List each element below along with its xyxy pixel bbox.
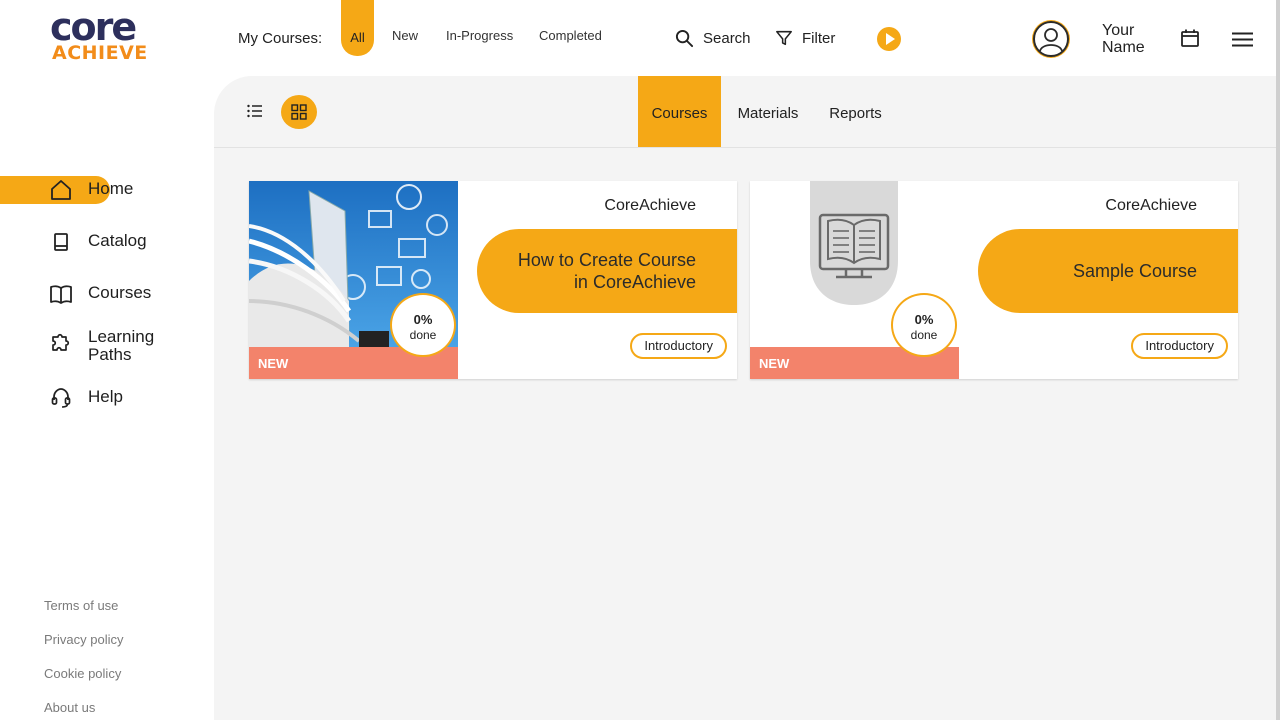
tab-reports[interactable]: Reports (815, 76, 896, 147)
course-provider: CoreAchieve (1105, 197, 1197, 214)
filter-tab-all[interactable]: All (341, 0, 374, 56)
course-card[interactable]: NEW 0% done CoreAchieve Sample Course In… (750, 181, 1238, 379)
level-badge: Introductory (1131, 333, 1228, 359)
calendar-icon[interactable] (1180, 28, 1200, 53)
my-courses-label: My Courses: (238, 30, 323, 47)
cookie-policy-link[interactable]: Cookie policy (44, 666, 121, 681)
sidebar-item-catalog[interactable]: Catalog (0, 227, 214, 261)
grid-view-icon[interactable] (281, 95, 317, 129)
sidebar-item-learning-paths[interactable]: Learning Paths (0, 327, 214, 367)
sidebar-item-label: Learning Paths (88, 327, 155, 364)
sidebar-item-help[interactable]: Help (0, 383, 214, 417)
page-scrollbar[interactable] (1276, 0, 1280, 720)
course-title[interactable]: Sample Course (978, 229, 1238, 313)
catalog-icon (48, 227, 74, 257)
coreachieve-logo[interactable]: core ACHIEVE (48, 8, 168, 66)
sidebar-item-label: Courses (88, 283, 152, 302)
tab-materials[interactable]: Materials (721, 76, 815, 147)
course-card[interactable]: NEW 0% done CoreAchieve How to Create Co… (249, 181, 737, 379)
course-title-line2: in CoreAchieve (573, 272, 696, 292)
logo-core-text: core (50, 5, 137, 49)
top-bar: core ACHIEVE My Courses: All New In-Prog… (0, 0, 1280, 76)
user-icon (1039, 28, 1063, 52)
progress-circle: 0% done (891, 293, 957, 357)
sidebar-item-courses[interactable]: Courses (0, 279, 214, 313)
avatar[interactable] (1033, 21, 1069, 57)
course-title-line1: How to Create Course (517, 250, 696, 270)
puzzle-icon (48, 327, 74, 357)
home-icon (48, 175, 74, 205)
course-provider: CoreAchieve (604, 197, 696, 214)
filter-tab-new[interactable]: New (392, 28, 418, 43)
search-button[interactable]: Search (675, 29, 751, 48)
sidebar: Home Catalog Courses Learning Paths Help… (0, 76, 214, 720)
filter-button[interactable]: Filter (775, 29, 835, 47)
level-badge: Introductory (630, 333, 727, 359)
filter-tab-completed[interactable]: Completed (539, 28, 602, 43)
progress-percent: 0% (413, 312, 433, 327)
course-title-line1: Sample Course (1072, 261, 1197, 281)
progress-circle: 0% done (390, 293, 456, 357)
main-content: Courses Materials Reports NEW 0% done Co… (214, 76, 1276, 720)
filter-tab-in-progress[interactable]: In-Progress (446, 28, 513, 43)
funnel-icon (776, 30, 792, 46)
filter-tab-all-label: All (350, 30, 365, 45)
user-name[interactable]: Your Name (1102, 22, 1172, 56)
sidebar-item-label: Help (88, 387, 123, 406)
search-icon (675, 29, 694, 48)
sidebar-item-label: Catalog (88, 231, 147, 250)
about-us-link[interactable]: About us (44, 700, 95, 715)
hamburger-menu-icon[interactable] (1232, 32, 1253, 52)
privacy-policy-link[interactable]: Privacy policy (44, 632, 123, 647)
logo-achieve-text: ACHIEVE (52, 42, 148, 64)
course-title[interactable]: How to Create Course in CoreAchieve (477, 229, 737, 313)
tab-courses[interactable]: Courses (638, 76, 721, 147)
sidebar-item-label: Home (88, 179, 134, 198)
book-open-icon (48, 279, 74, 309)
headset-icon (48, 383, 74, 413)
play-icon[interactable] (877, 27, 901, 51)
progress-label: done (409, 328, 437, 342)
progress-label: done (910, 328, 938, 342)
sidebar-item-home[interactable]: Home (0, 175, 214, 209)
view-toolbar: Courses Materials Reports (214, 76, 1276, 148)
progress-percent: 0% (914, 312, 934, 327)
terms-of-use-link[interactable]: Terms of use (44, 598, 118, 613)
filter-label: Filter (802, 29, 836, 47)
list-view-icon[interactable] (247, 104, 263, 123)
search-label: Search (703, 30, 751, 47)
